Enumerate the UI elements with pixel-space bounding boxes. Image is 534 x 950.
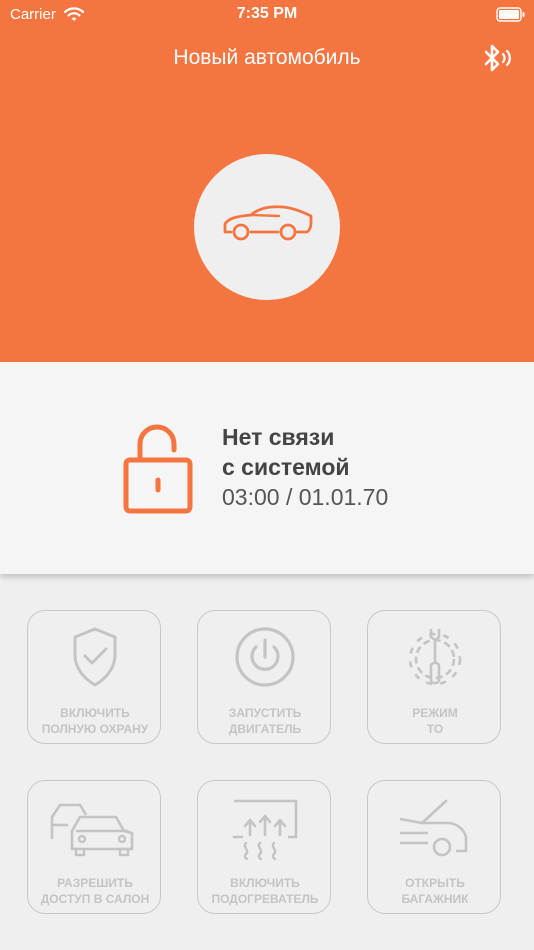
service-gear-icon: [408, 629, 462, 686]
unlocked-padlock-icon: [123, 424, 193, 514]
status-bar: Carrier 7:35 PM: [0, 0, 534, 30]
page-title: Новый автомобиль: [173, 46, 361, 69]
battery-icon: [496, 7, 525, 22]
connection-status-line1: Нет связи: [222, 424, 335, 450]
open-trunk-button[interactable]: ОТКРЫТЬ БАГАЖНИК: [367, 780, 501, 914]
tile-label: ОТКРЫТЬ БАГАЖНИК: [401, 876, 469, 906]
enable-heater-button[interactable]: ВКЛЮЧИТЬ ПОДОГРЕВАТЕЛЬ: [197, 780, 331, 914]
trunk-icon: [399, 799, 468, 857]
status-card: Нет связи с системой 03:00 / 01.01.70: [0, 362, 534, 574]
car-icon: [223, 205, 313, 241]
power-icon: [235, 627, 295, 687]
start-engine-button[interactable]: ЗАПУСТИТЬ ДВИГАТЕЛЬ: [197, 610, 331, 744]
clock: 7:35 PM: [236, 5, 298, 22]
bluetooth-icon[interactable]: [478, 40, 514, 76]
tile-label: РЕЖИМ ТО: [412, 706, 458, 736]
car-avatar[interactable]: [194, 154, 340, 300]
arm-security-button[interactable]: ВКЛЮЧИТЬ ПОЛНУЮ ОХРАНУ: [27, 610, 161, 744]
header: Carrier 7:35 PM Новый автомобиль: [0, 0, 534, 362]
status-timestamp: 03:00 / 01.01.70: [222, 484, 389, 510]
service-mode-button[interactable]: РЕЖИМ ТО: [367, 610, 501, 744]
tile-label: ВКЛЮЧИТЬ ПОДОГРЕВАТЕЛЬ: [211, 876, 319, 906]
shield-check-icon: [73, 627, 117, 687]
window-heater-icon: [232, 799, 298, 861]
tile-label: РАЗРЕШИТЬ ДОСТУП В САЛОН: [40, 876, 150, 906]
allow-cabin-access-button[interactable]: РАЗРЕШИТЬ ДОСТУП В САЛОН: [27, 780, 161, 914]
connection-status-line2: с системой: [222, 454, 350, 480]
tile-label: ВКЛЮЧИТЬ ПОЛНУЮ ОХРАНУ: [41, 706, 149, 736]
tile-label: ЗАПУСТИТЬ ДВИГАТЕЛЬ: [228, 706, 302, 736]
cars-icon: [50, 803, 134, 857]
